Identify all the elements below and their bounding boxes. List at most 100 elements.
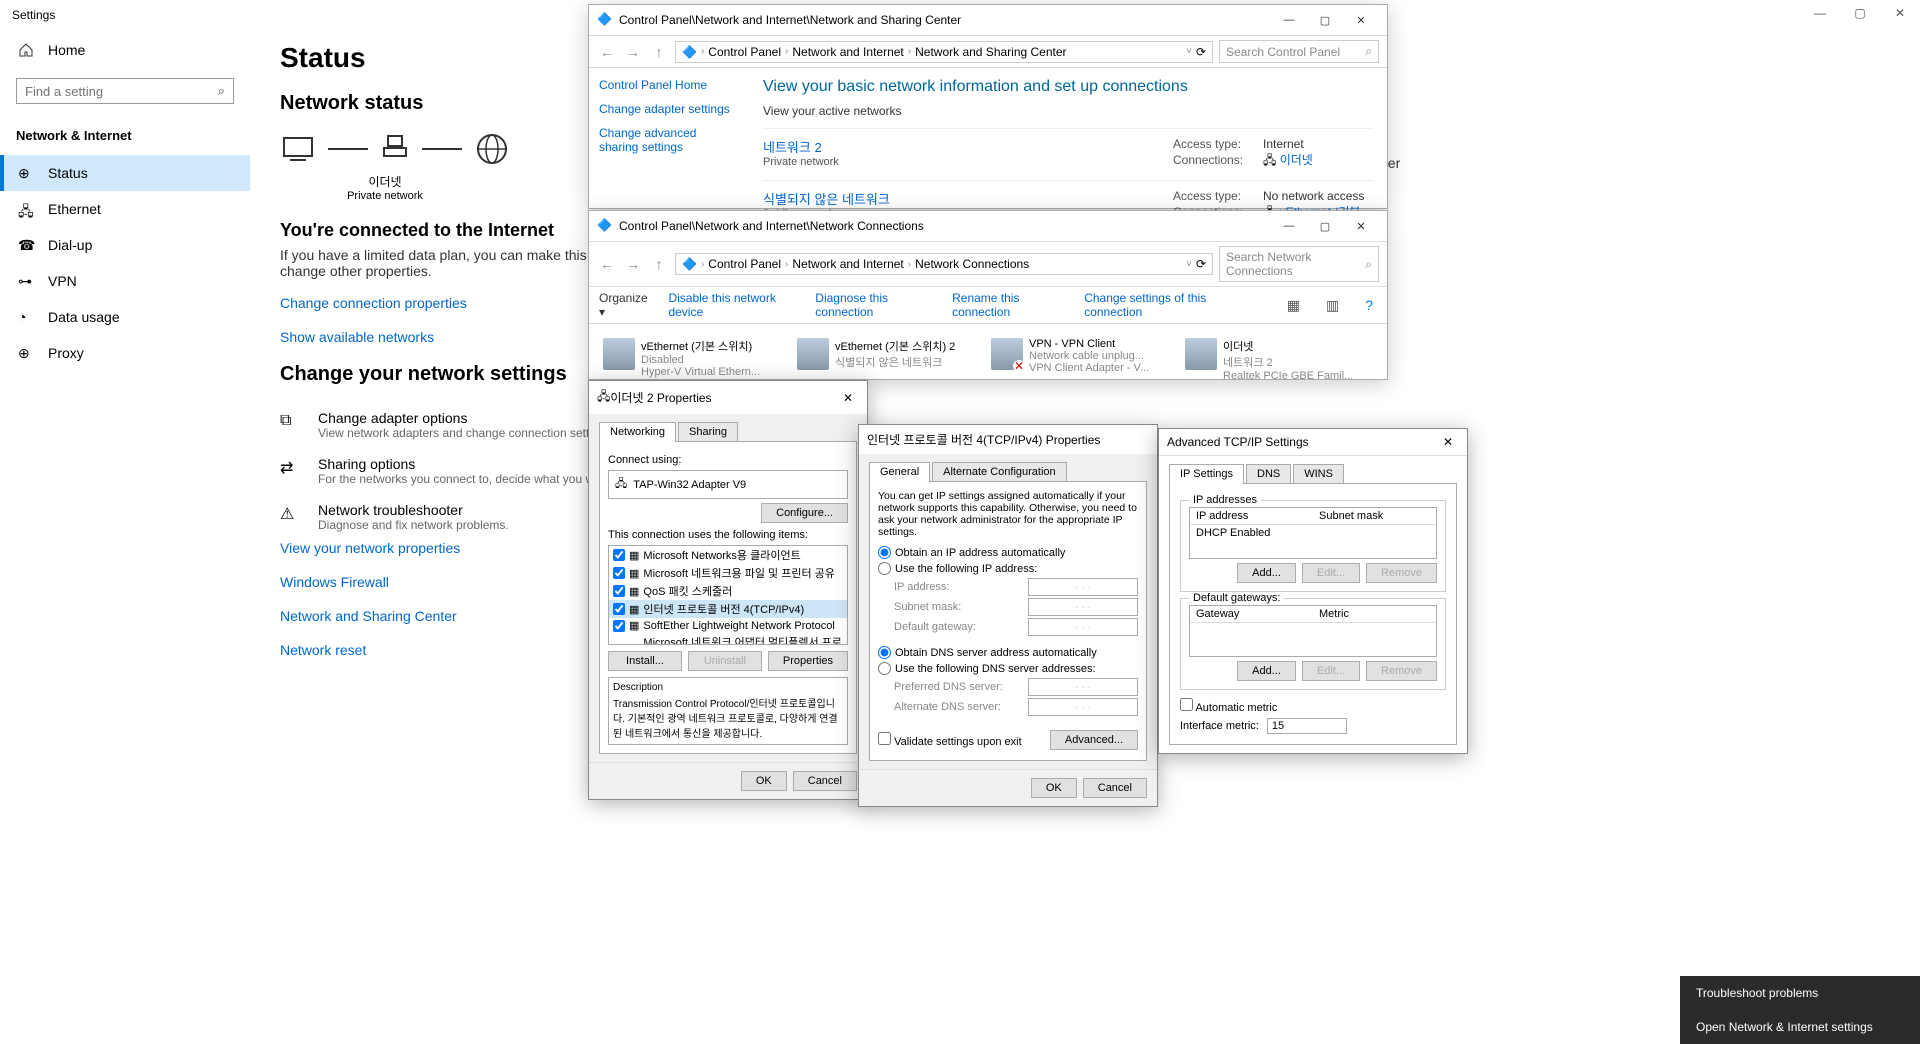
minimize-button[interactable]: — xyxy=(1271,215,1307,237)
nav-item-ethernet[interactable]: 🖧Ethernet xyxy=(0,191,250,227)
install-button[interactable]: Install... xyxy=(608,651,682,671)
close-button[interactable]: ✕ xyxy=(1437,435,1459,449)
radio-manual-dns[interactable]: Use the following DNS server addresses: xyxy=(878,662,1138,675)
close-button[interactable]: ✕ xyxy=(837,391,859,405)
item-checkbox[interactable] xyxy=(613,644,625,645)
cp-home-link[interactable]: Control Panel Home xyxy=(599,78,739,92)
refresh-icon[interactable]: ⟳ xyxy=(1196,257,1206,271)
tab-dns[interactable]: DNS xyxy=(1246,464,1291,484)
breadcrumb-item[interactable]: Network and Sharing Center xyxy=(915,45,1066,59)
breadcrumb-item[interactable]: Network and Internet xyxy=(792,257,903,271)
nav-item-dialup[interactable]: ☎Dial-up xyxy=(0,227,250,263)
titlebar[interactable]: 🔷 Control Panel\Network and Internet\Net… xyxy=(589,5,1387,36)
back-button[interactable]: ← xyxy=(597,256,617,272)
cp-sharing-link[interactable]: Change advanced sharing settings xyxy=(599,126,739,154)
disable-button[interactable]: Disable this network device xyxy=(668,291,797,319)
list-item[interactable]: ▦SoftEther Lightweight Network Protocol xyxy=(609,618,847,633)
help-icon[interactable]: ? xyxy=(1361,297,1377,313)
connection-item[interactable]: 이더넷네트워크 2Realtek PCIe GBE Famil... xyxy=(1179,332,1369,388)
up-button[interactable]: ↑ xyxy=(649,44,669,60)
menu-open-settings[interactable]: Open Network & Internet settings xyxy=(1680,1010,1920,1044)
tab-wins[interactable]: WINS xyxy=(1293,464,1344,484)
conn-link[interactable]: 이더넷 xyxy=(1280,153,1313,167)
list-item-selected[interactable]: ▦인터넷 프로토콜 버전 4(TCP/IPv4) xyxy=(609,600,847,618)
nav-item-status[interactable]: ⊕Status xyxy=(0,155,250,191)
gateway-listbox[interactable]: GatewayMetric xyxy=(1189,605,1437,657)
maximize-button[interactable]: ▢ xyxy=(1840,0,1880,26)
radio[interactable] xyxy=(878,646,891,659)
ok-button[interactable]: OK xyxy=(741,771,787,791)
maximize-button[interactable]: ▢ xyxy=(1307,9,1343,31)
menu-troubleshoot[interactable]: Troubleshoot problems xyxy=(1680,976,1920,1010)
maximize-button[interactable]: ▢ xyxy=(1307,215,1343,237)
radio-manual-ip[interactable]: Use the following IP address: xyxy=(878,562,1138,575)
back-button[interactable]: ← xyxy=(597,44,617,60)
view-icon[interactable]: ▦ xyxy=(1283,297,1304,314)
connection-item[interactable]: VPN - VPN ClientNetwork cable unplug...V… xyxy=(985,332,1175,388)
cancel-button[interactable]: Cancel xyxy=(793,771,857,791)
tab-sharing[interactable]: Sharing xyxy=(678,422,738,442)
item-checkbox[interactable] xyxy=(613,585,625,597)
search-box[interactable]: Search Control Panel⌕ xyxy=(1219,40,1379,63)
protocol-list[interactable]: ▦Microsoft Networks용 클라이언트 ▦Microsoft 네트… xyxy=(608,545,848,645)
tab-ipsettings[interactable]: IP Settings xyxy=(1169,464,1244,484)
list-item[interactable]: ▦QoS 패킷 스케줄러 xyxy=(609,582,847,600)
nav-home[interactable]: Home xyxy=(0,30,250,70)
metric-input[interactable] xyxy=(1267,718,1347,734)
item-checkbox[interactable] xyxy=(613,567,625,579)
close-button[interactable]: ✕ xyxy=(1343,9,1379,31)
ip-listbox[interactable]: IP addressSubnet mask DHCP Enabled xyxy=(1189,507,1437,559)
configure-button[interactable]: Configure... xyxy=(761,503,848,523)
nav-item-vpn[interactable]: ⊶VPN xyxy=(0,263,250,299)
breadcrumb[interactable]: 🔷› Control Panel› Network and Internet› … xyxy=(675,253,1213,275)
search-input-container[interactable]: ⌕ xyxy=(16,78,234,104)
item-checkbox[interactable] xyxy=(613,620,625,632)
auto-metric-label[interactable]: Automatic metric xyxy=(1180,698,1446,714)
cp-adapter-link[interactable]: Change adapter settings xyxy=(599,102,739,116)
validate-checkbox[interactable] xyxy=(878,732,891,745)
organize-button[interactable]: Organize ▾ xyxy=(599,291,650,319)
tab-alternate[interactable]: Alternate Configuration xyxy=(932,462,1067,482)
dialog-title[interactable]: 인터넷 프로토콜 버전 4(TCP/IPv4) Properties xyxy=(859,425,1157,454)
validate-checkbox-label[interactable]: Validate settings upon exit xyxy=(878,732,1022,748)
list-item[interactable]: ▦Microsoft 네트워크용 파일 및 프린터 공유 xyxy=(609,564,847,582)
minimize-button[interactable]: — xyxy=(1271,9,1307,31)
advanced-button[interactable]: Advanced... xyxy=(1050,730,1138,750)
rename-button[interactable]: Rename this connection xyxy=(952,291,1066,319)
add-button[interactable]: Add... xyxy=(1237,563,1296,583)
breadcrumb-item[interactable]: Control Panel xyxy=(708,257,781,271)
nav-item-datausage[interactable]: ◔Data usage xyxy=(0,299,250,335)
tab-general[interactable]: General xyxy=(869,462,930,482)
dialog-title[interactable]: 🖧 이더넷 2 Properties✕ xyxy=(589,381,867,414)
auto-metric-checkbox[interactable] xyxy=(1180,698,1193,711)
refresh-icon[interactable]: ⟳ xyxy=(1196,45,1206,59)
diagnose-button[interactable]: Diagnose this connection xyxy=(815,291,934,319)
radio[interactable] xyxy=(878,562,891,575)
close-button[interactable]: ✕ xyxy=(1880,0,1920,26)
up-button[interactable]: ↑ xyxy=(649,256,669,272)
close-button[interactable]: ✕ xyxy=(1343,215,1379,237)
radio-auto-dns[interactable]: Obtain DNS server address automatically xyxy=(878,646,1138,659)
radio[interactable] xyxy=(878,662,891,675)
tab-networking[interactable]: Networking xyxy=(599,422,676,442)
breadcrumb-item[interactable]: Network Connections xyxy=(915,257,1029,271)
preview-icon[interactable]: ▥ xyxy=(1322,297,1343,314)
breadcrumb-item[interactable]: Network and Internet xyxy=(792,45,903,59)
list-item[interactable]: ▦Microsoft Networks용 클라이언트 xyxy=(609,546,847,564)
dialog-title[interactable]: Advanced TCP/IP Settings✕ xyxy=(1159,429,1467,456)
breadcrumb-item[interactable]: Control Panel xyxy=(708,45,781,59)
radio-auto-ip[interactable]: Obtain an IP address automatically xyxy=(878,546,1138,559)
list-item[interactable]: ▦Microsoft 네트워크 어댑터 멀티플렉서 프로토콜 xyxy=(609,633,847,645)
titlebar[interactable]: 🔷 Control Panel\Network and Internet\Net… xyxy=(589,211,1387,242)
item-checkbox[interactable] xyxy=(613,603,625,615)
radio[interactable] xyxy=(878,546,891,559)
search-box[interactable]: Search Network Connections⌕ xyxy=(1219,246,1379,282)
change-settings-button[interactable]: Change settings of this connection xyxy=(1084,291,1247,319)
breadcrumb[interactable]: 🔷› Control Panel› Network and Internet› … xyxy=(675,41,1213,63)
search-input[interactable] xyxy=(25,84,218,99)
properties-button[interactable]: Properties xyxy=(768,651,848,671)
add-button[interactable]: Add... xyxy=(1237,661,1296,681)
minimize-button[interactable]: — xyxy=(1800,0,1840,26)
ok-button[interactable]: OK xyxy=(1031,778,1077,798)
forward-button[interactable]: → xyxy=(623,44,643,60)
